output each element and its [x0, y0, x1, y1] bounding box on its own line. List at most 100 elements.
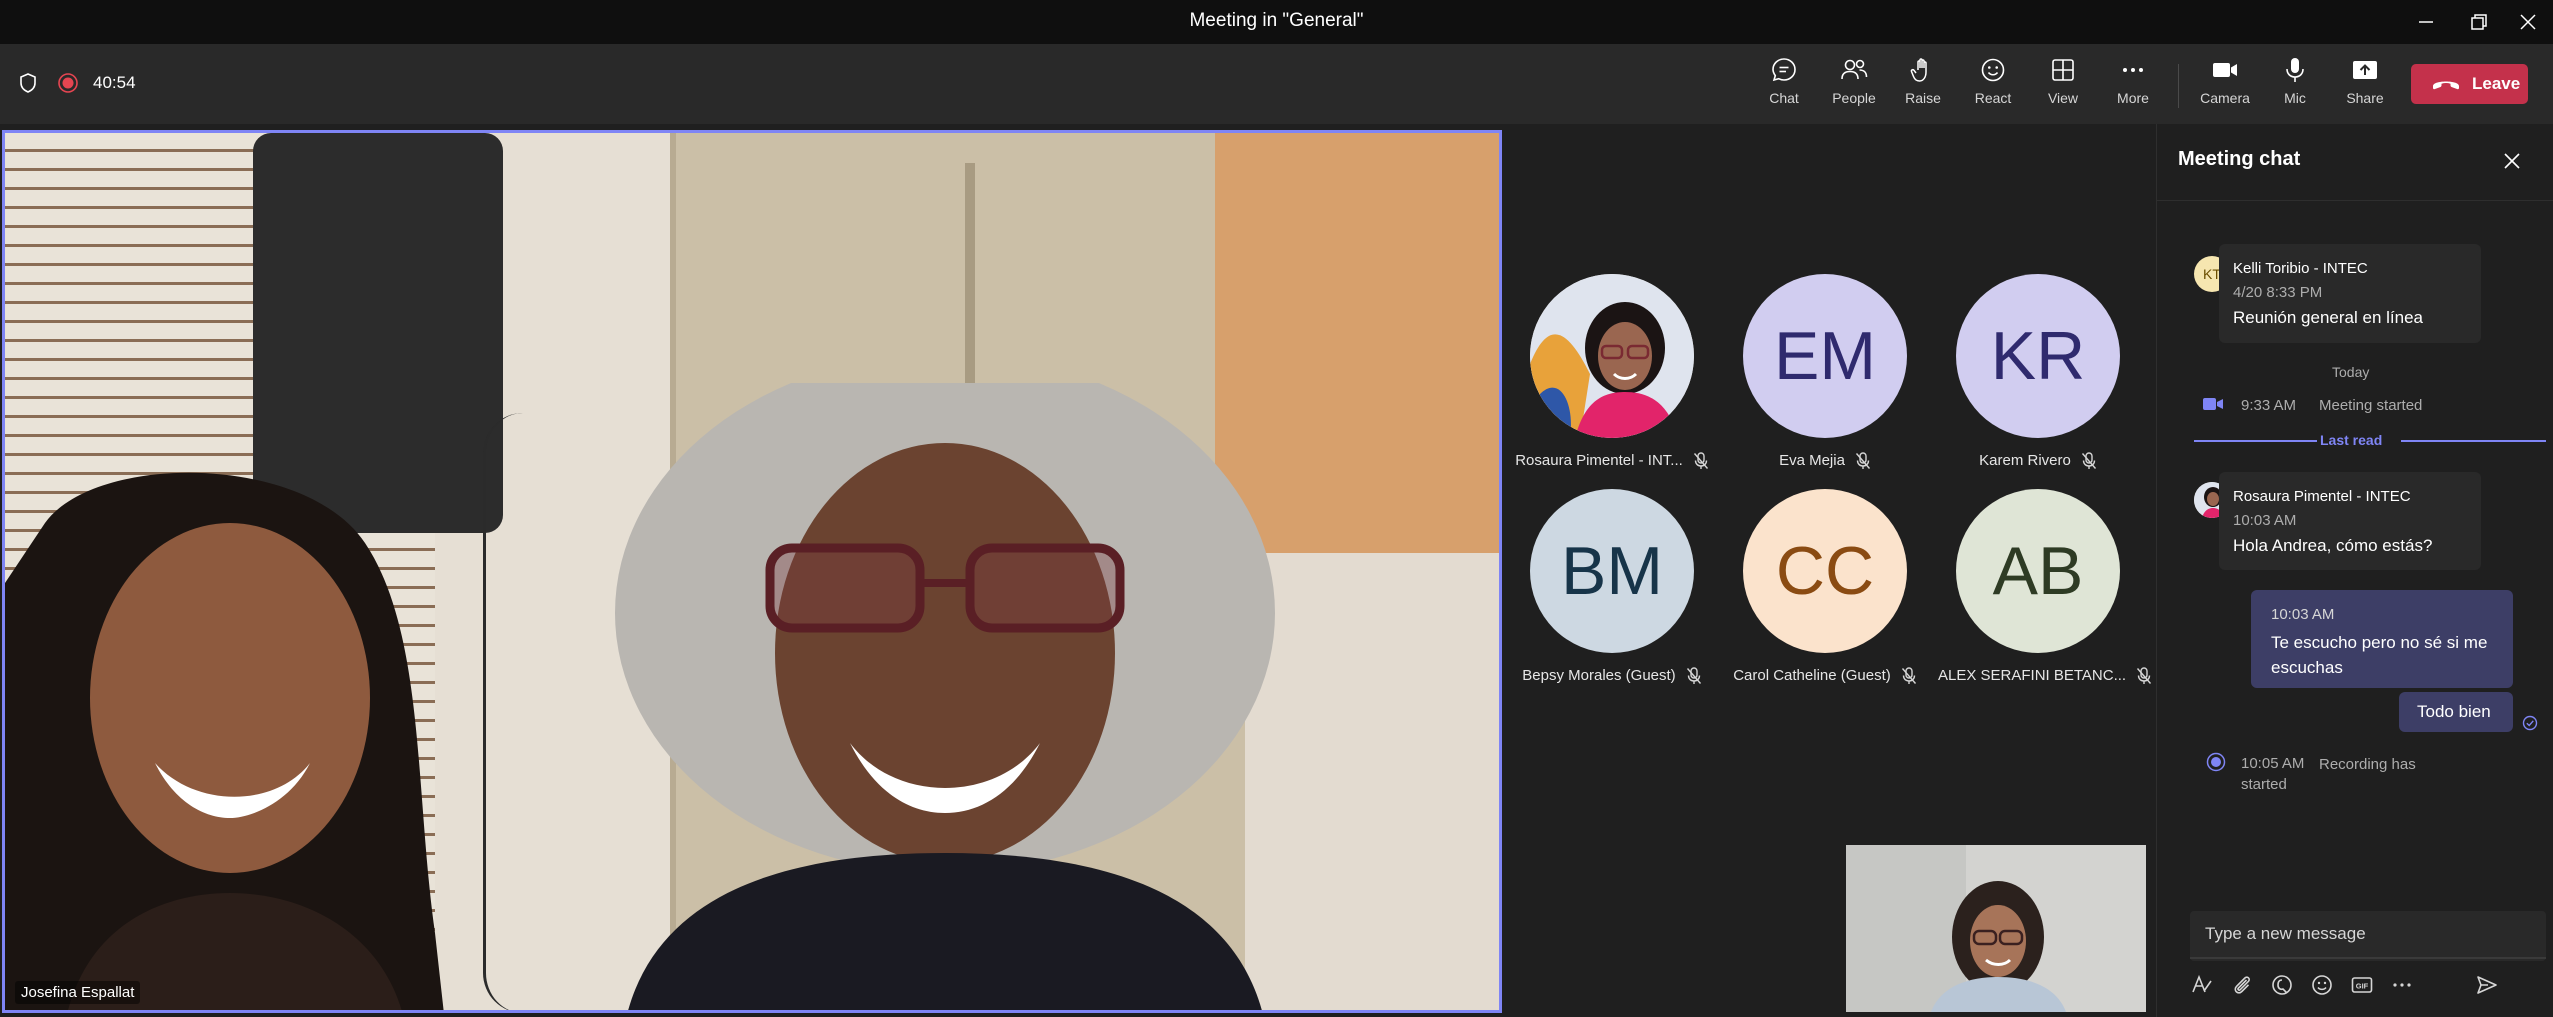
- people-label: People: [1832, 90, 1876, 106]
- svg-text:GIF: GIF: [2356, 982, 2369, 991]
- chat-button[interactable]: Chat: [1751, 56, 1817, 118]
- compose-box: [2190, 911, 2546, 961]
- shield-icon[interactable]: [18, 72, 38, 94]
- view-button[interactable]: View: [2030, 56, 2096, 118]
- restore-icon: [2471, 14, 2487, 30]
- more-label: More: [2117, 90, 2149, 106]
- message-text: Reunión general en línea: [2233, 308, 2423, 327]
- message-text: Te escucho pero no sé si me escuchas: [2271, 633, 2488, 677]
- camera-button[interactable]: Camera: [2192, 56, 2258, 118]
- message-sender: Rosaura Pimentel - INTEC: [2233, 488, 2411, 505]
- message-time: 4/20 8:33 PM: [2233, 284, 2323, 301]
- restore-button[interactable]: [2459, 6, 2499, 38]
- participant-tile[interactable]: KR Karem Rivero: [1938, 274, 2138, 470]
- avatar-initials: AB: [1992, 533, 2084, 609]
- avatar: EM: [1743, 274, 1907, 438]
- avatar: [1530, 274, 1694, 438]
- message-sender: Kelli Toribio - INTEC: [2233, 260, 2368, 277]
- meeting-started-time: 9:33 AM: [2241, 397, 2297, 414]
- camera-label: Camera: [2200, 90, 2250, 106]
- raise-label: Raise: [1905, 90, 1941, 106]
- participant-name: Carol Catheline (Guest): [1733, 667, 1891, 684]
- mic-label: Mic: [2284, 90, 2306, 106]
- mic-off-icon: [2137, 667, 2152, 685]
- today-divider: Today: [2332, 364, 2370, 380]
- leave-button[interactable]: Leave: [2411, 64, 2528, 104]
- minimize-button[interactable]: [2406, 6, 2446, 38]
- close-icon: [2504, 153, 2520, 169]
- mic-off-icon: [1693, 452, 1708, 470]
- raise-hand-button[interactable]: Raise: [1890, 56, 1956, 118]
- meeting-started-text: Meeting started: [2319, 397, 2423, 414]
- message-input[interactable]: [2190, 911, 2546, 959]
- chat-label: Chat: [1769, 90, 1799, 106]
- chat-message[interactable]: Rosaura Pimentel - INTEC 10:03 AM Hola A…: [2219, 472, 2481, 570]
- participant-tile[interactable]: CC Carol Catheline (Guest): [1725, 489, 1925, 685]
- meeting-timer: 40:54: [93, 73, 136, 92]
- avatar: CC: [1743, 489, 1907, 653]
- more-options-icon[interactable]: [2390, 973, 2414, 997]
- video-camera-icon: [2203, 398, 2223, 410]
- chat-message-outgoing[interactable]: Todo bien: [2399, 692, 2513, 732]
- gif-icon[interactable]: GIF: [2350, 973, 2374, 997]
- chat-header-divider: [2157, 200, 2553, 201]
- last-read-line: [2194, 440, 2317, 442]
- chat-message-outgoing[interactable]: 10:03 AM Te escucho pero no sé si me esc…: [2251, 590, 2513, 688]
- avatar-initials: BM: [1561, 533, 1663, 609]
- read-receipt-icon: [2522, 715, 2538, 731]
- avatar-initials: KR: [1990, 318, 2086, 394]
- participant-name-row: Eva Mejia: [1725, 452, 1925, 470]
- participant-tile[interactable]: AB ALEX SERAFINI BETANC...: [1938, 489, 2152, 685]
- minimize-icon: [2419, 21, 2433, 23]
- grid-view-icon: [2052, 59, 2074, 81]
- avatar-initials: EM: [1774, 318, 1876, 394]
- avatar-initials: CC: [1775, 533, 1875, 609]
- avatar: KR: [1956, 274, 2120, 438]
- microphone-icon: [2286, 58, 2304, 82]
- self-video-preview[interactable]: [1846, 845, 2146, 1012]
- window-title: Meeting in "General": [1189, 10, 1364, 31]
- mic-off-icon: [1686, 667, 1701, 685]
- camera-icon: [2213, 63, 2237, 77]
- chat-icon: [1772, 58, 1796, 82]
- mic-button[interactable]: Mic: [2262, 56, 2328, 118]
- recording-icon: [58, 73, 78, 93]
- format-icon[interactable]: [2190, 973, 2214, 997]
- recording-text: Recording has started: [2241, 756, 2416, 793]
- message-text: Todo bien: [2417, 702, 2491, 721]
- chat-message[interactable]: Kelli Toribio - INTEC 4/20 8:33 PM Reuni…: [2219, 244, 2481, 343]
- participant-tile[interactable]: EM Eva Mejia: [1725, 274, 1925, 470]
- loop-icon[interactable]: [2270, 973, 2294, 997]
- close-chat-button[interactable]: [2497, 146, 2527, 176]
- more-options-icon: [2123, 68, 2143, 72]
- participant-name-row: ALEX SERAFINI BETANC...: [1938, 667, 2152, 685]
- participant-tile[interactable]: BM Bepsy Morales (Guest): [1512, 489, 1712, 685]
- avatar: AB: [1956, 489, 2120, 653]
- close-window-button[interactable]: [2508, 6, 2548, 38]
- participant-name: Karem Rivero: [1979, 452, 2071, 469]
- share-button[interactable]: Share: [2332, 56, 2398, 118]
- meeting-toolbar: 40:54 Chat People Raise React View More …: [0, 44, 2553, 124]
- react-button[interactable]: React: [1960, 56, 2026, 118]
- people-button[interactable]: People: [1821, 56, 1887, 118]
- main-video-name-label: Josefina Espallat: [15, 981, 141, 1004]
- send-icon[interactable]: [2475, 973, 2499, 997]
- message-time: 10:03 AM: [2271, 606, 2335, 623]
- participant-tile[interactable]: Rosaura Pimentel - INT...: [1512, 274, 1712, 470]
- view-label: View: [2047, 90, 2079, 106]
- react-label: React: [1974, 90, 2012, 106]
- more-button[interactable]: More: [2100, 56, 2166, 118]
- title-bar: Meeting in "General": [0, 0, 2553, 44]
- emoji-icon[interactable]: [2310, 973, 2334, 997]
- participant-video-person-right: [615, 383, 1275, 1010]
- participant-name: Eva Mejia: [1779, 452, 1845, 469]
- message-time: 10:03 AM: [2233, 512, 2297, 529]
- main-video-feed[interactable]: Josefina Espallat: [2, 130, 1502, 1013]
- share-screen-icon: [2353, 61, 2377, 79]
- participant-name-row: Karem Rivero: [1938, 452, 2138, 470]
- mic-off-icon: [1855, 452, 1870, 470]
- hang-up-icon: [2433, 81, 2459, 90]
- close-icon: [2520, 14, 2536, 30]
- attach-icon[interactable]: [2230, 973, 2254, 997]
- last-read-label: Last read: [2320, 432, 2383, 448]
